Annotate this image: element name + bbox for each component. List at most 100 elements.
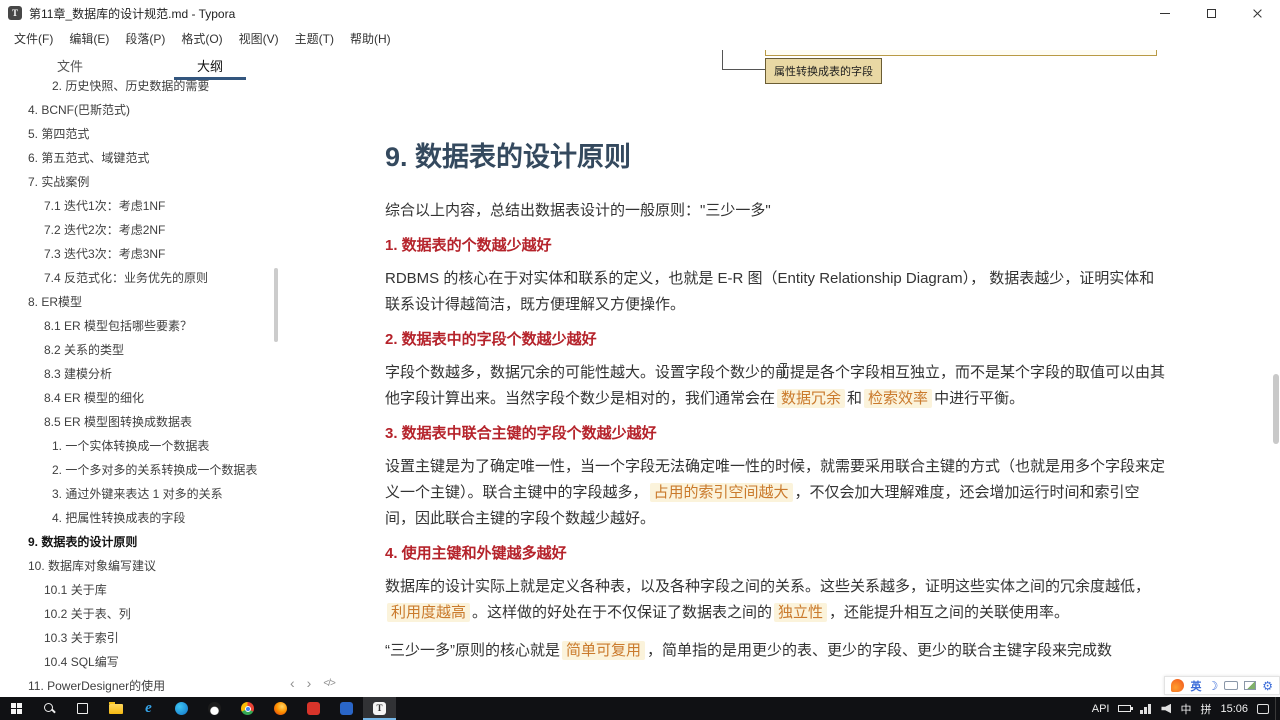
nav-back-icon[interactable]: ‹ [290, 675, 295, 691]
highlighted-term: 利用度越高 [387, 603, 471, 622]
outline-item[interactable]: 7.3 迭代3次：考虑3NF [0, 242, 280, 266]
outline-item[interactable]: 10.2 关于表、列 [0, 602, 280, 626]
outline-item[interactable]: 7.1 迭代1次：考虑1NF [0, 194, 280, 218]
minimize-button[interactable] [1142, 0, 1188, 26]
tray-lang-indicator[interactable]: 中 [1180, 701, 1191, 717]
outline-item[interactable]: 4. 把属性转换成表的字段 [0, 506, 280, 530]
menu-item-6[interactable]: 帮助(H) [342, 27, 399, 50]
diagram-fragment: 属性转换成表的字段 [280, 50, 1280, 146]
outline-item[interactable]: 10.3 关于索引 [0, 626, 280, 650]
outline-item[interactable]: 8.3 建模分析 [0, 362, 280, 386]
fullhalf-moon-icon[interactable] [1207, 679, 1218, 693]
outline-item[interactable]: 2. 一个多对多的关系转换成一个数据表 [0, 458, 280, 482]
doc-paragraph: “三少一多”原则的核心就是 简单可复用 ，简单指的是用更少的表、更少的字段、更少的联… [385, 638, 1165, 664]
maximize-icon [1206, 8, 1216, 18]
doc-subheading: 1. 数据表的个数越少越好 [385, 237, 552, 254]
taskbar-app-app-red[interactable] [297, 697, 330, 720]
paragraph-text: 中进行平衡。 [934, 390, 1025, 407]
sogou-flame-icon[interactable] [1171, 679, 1185, 692]
start-button[interactable] [0, 697, 33, 720]
menu-item-2[interactable]: 段落(P) [117, 27, 173, 50]
outline-item[interactable]: 7.2 迭代2次：考虑2NF [0, 218, 280, 242]
outline-item[interactable]: 7. 实战案例 [0, 170, 280, 194]
taskbar: e T API 中拼 15:06 [0, 697, 1280, 720]
taskbar-app-typora[interactable]: T [363, 697, 396, 720]
doc: 9. 数据表的设计原则综合以上内容，总结出数据表设计的一般原则："三少一多" 1.… [385, 140, 1165, 676]
outline-item[interactable]: 4. BCNF(巴斯范式) [0, 98, 280, 122]
outline-item[interactable]: 7.4 反范式化：业务优先的原则 [0, 266, 280, 290]
tray-clock[interactable]: 15:06 [1220, 703, 1248, 715]
tray-items: API 中拼 15:06 [1086, 697, 1275, 720]
clipboard-image-icon[interactable] [1244, 681, 1257, 690]
tray-pinyin-indicator[interactable]: 拼 [1200, 701, 1211, 717]
tab-files[interactable]: 文件 [0, 50, 140, 80]
menu-item-1[interactable]: 编辑(E) [61, 27, 117, 50]
edge-icon [175, 702, 188, 715]
outline-item[interactable]: 10.4 SQL编写 [0, 650, 280, 674]
outline-item[interactable]: 1. 一个实体转换成一个数据表 [0, 434, 280, 458]
taskbar-search-button[interactable] [33, 697, 66, 720]
outline-item[interactable]: 3. 通过外键来表达 1 对多的关系 [0, 482, 280, 506]
tab-outline[interactable]: 大纲 [140, 50, 280, 80]
source-mode-icon[interactable]: </> [323, 678, 336, 689]
doc-subheading: 2. 数据表中的字段个数越少越好 [385, 331, 597, 348]
search-icon [43, 702, 56, 715]
outline-item[interactable]: 8.5 ER 模型图转换成数据表 [0, 410, 280, 434]
text-cursor [779, 363, 788, 378]
taskbar-app-ie[interactable]: e [132, 697, 165, 720]
nav-forward-icon[interactable]: › [307, 675, 312, 691]
taskbar-app-chrome[interactable] [231, 697, 264, 720]
taskbar-app-firefox[interactable] [264, 697, 297, 720]
doc-heading: 9. 数据表的设计原则 [385, 142, 632, 172]
outline-item[interactable]: 2. 历史快照、历史数据的需要 [0, 80, 280, 98]
app-red-icon [307, 702, 320, 715]
chrome-icon [241, 702, 254, 715]
taskbar-app-edge[interactable] [165, 697, 198, 720]
outline-item[interactable]: 9. 数据表的设计原则 [0, 530, 280, 554]
doc-paragraph: 数据库的设计实际上就是定义各种表，以及各种字段之间的关系。这些关系越多，证明这些… [385, 574, 1165, 626]
outline-list: 2. 历史快照、历史数据的需要 4. BCNF(巴斯范式) 5. 第四范式 6. 第五… [0, 80, 280, 697]
tray-api-label[interactable]: API [1092, 703, 1110, 715]
outline-item[interactable]: 11. PowerDesigner的使用 [0, 674, 280, 697]
maximize-button[interactable] [1188, 0, 1234, 26]
outline-item[interactable]: 8. ER模型 [0, 290, 280, 314]
tray-battery-icon[interactable] [1118, 705, 1134, 712]
paragraph-text: ，简单指的是用更少的表、更少的字段、更少的联合主键字段来完成数 [647, 642, 1113, 659]
outline-item[interactable]: 8.1 ER 模型包括哪些要素？ [0, 314, 280, 338]
menu-item-4[interactable]: 视图(V) [231, 27, 287, 50]
outline-item[interactable]: 5. 第四范式 [0, 122, 280, 146]
taskbar-app-app-blue[interactable] [330, 697, 363, 720]
paragraph-text: 综合以上内容，总结出数据表设计的一般原则："三少一多" [385, 202, 771, 219]
highlighted-term: 占用的索引空间越大 [649, 483, 793, 502]
close-button[interactable] [1234, 0, 1280, 26]
qq-icon [208, 702, 221, 715]
editor-scrollbar[interactable] [1273, 374, 1279, 444]
menu-item-3[interactable]: 格式(O) [173, 27, 230, 50]
ime-settings-icon[interactable] [1262, 679, 1273, 693]
menu-item-0[interactable]: 文件(F) [6, 27, 61, 50]
sidebar-scrollbar[interactable] [274, 268, 278, 342]
highlighted-term: 简单可复用 [562, 641, 646, 660]
doc-subheading: 3. 数据表中联合主键的字段个数越少越好 [385, 425, 657, 442]
outline-item[interactable]: 10. 数据库对象编写建议 [0, 554, 280, 578]
lang-mode[interactable]: 英 [1190, 678, 1201, 694]
menu-item-5[interactable]: 主题(T) [287, 27, 342, 50]
outline-item[interactable]: 8.4 ER 模型的细化 [0, 386, 280, 410]
outline-item[interactable]: 10.1 关于库 [0, 578, 280, 602]
typora-icon: T [373, 702, 386, 715]
show-desktop-button[interactable] [1275, 697, 1280, 720]
minimize-icon [1160, 12, 1170, 14]
outline-item[interactable]: 8.2 关系的类型 [0, 338, 280, 362]
soft-keyboard-icon[interactable] [1224, 681, 1239, 690]
doc-paragraph: 设置主键是为了确定唯一性，当一个字段无法确定唯一性的时候，就需要采用联合主键的方… [385, 454, 1165, 532]
editor[interactable]: 属性转换成表的字段 9. 数据表的设计原则综合以上内容，总结出数据表设计的一般原… [280, 50, 1280, 697]
tray-network-icon[interactable] [1140, 703, 1153, 714]
taskbar-app-qq[interactable] [198, 697, 231, 720]
diagram-node-label: 属性转换成表的字段 [765, 58, 882, 84]
outline-item[interactable]: 6. 第五范式、域键范式 [0, 146, 280, 170]
taskbar-app-explorer[interactable] [99, 697, 132, 720]
task-view-button[interactable] [66, 697, 99, 720]
tray-volume-icon[interactable] [1161, 703, 1172, 714]
tray-notification-icon[interactable] [1257, 703, 1269, 714]
windows-logo-icon [11, 703, 22, 714]
